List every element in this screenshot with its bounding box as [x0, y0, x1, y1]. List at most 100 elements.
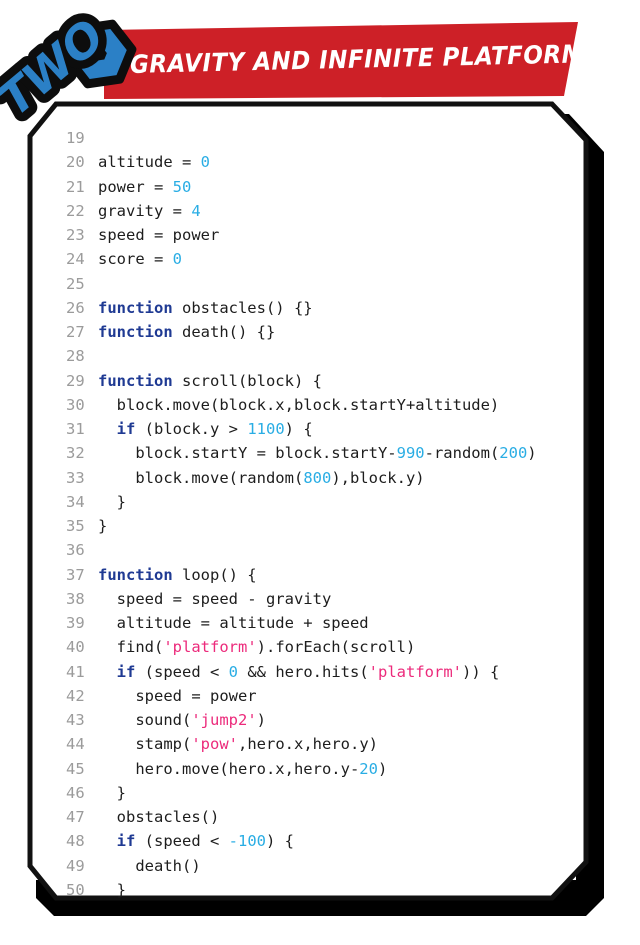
code-line: 24 score = 0 — [66, 247, 578, 271]
code-line-content: power = 50 — [98, 178, 191, 196]
code-token-kw: function — [98, 323, 173, 341]
line-number: 44 — [66, 735, 85, 754]
code-token-plain: -random( — [424, 444, 500, 463]
code-line-content: obstacles() — [98, 808, 220, 826]
code-token-num: 200 — [499, 444, 528, 463]
code-line-content: block.move(random(800),block.y) — [98, 468, 425, 487]
code-line: 37 function loop() { — [66, 563, 578, 587]
code-token-plain: speed = speed - gravity — [98, 589, 332, 608]
banner-title-wrap: GRAVITY AND INFINITE PLATFORMS! — [130, 34, 614, 84]
line-number: 32 — [66, 444, 85, 463]
line-number: 38 — [66, 589, 85, 608]
line-number: 30 — [66, 395, 85, 414]
code-line-content: } — [98, 881, 126, 899]
code-line: 26 function obstacles() {} — [66, 296, 578, 320]
code-token-plain: ),block.y) — [331, 468, 425, 487]
code-token-plain: ).forEach(scroll) — [256, 638, 416, 657]
code-line-content: altitude = altitude + speed — [98, 614, 369, 632]
code-token-num: -100 — [228, 832, 266, 851]
code-line: 43 sound('jump2') — [66, 708, 578, 732]
code-line: 27 function death() {} — [66, 320, 578, 344]
line-number: 40 — [66, 638, 85, 657]
code-token-plain: gravity = — [98, 201, 192, 220]
code-token-plain: (speed < — [135, 832, 229, 851]
code-token-str: 'platform' — [368, 662, 462, 681]
code-line: 39 altitude = altitude + speed — [66, 611, 578, 635]
code-line: 20 altitude = 0 — [66, 150, 578, 174]
line-number: 27 — [66, 323, 85, 341]
code-token-plain: hero.move(hero.x,hero.y- — [98, 759, 360, 778]
line-number: 34 — [66, 492, 85, 511]
code-panel: 19 20 altitude = 0 21 power = 50 22 gravity = … — [24, 100, 624, 930]
code-token-num: 0 — [200, 153, 210, 172]
code-line: 36 — [66, 538, 578, 562]
code-line-content: altitude = 0 — [98, 153, 210, 171]
code-token-plain: } — [98, 492, 126, 511]
code-token-str: 'platform' — [163, 638, 257, 657]
code-line-content: function obstacles() {} — [98, 299, 313, 317]
code-token-str: 'pow' — [191, 735, 238, 754]
code-line-content: stamp('pow',hero.x,hero.y) — [98, 735, 378, 753]
banner-title: GRAVITY AND INFINITE PLATFORMS! — [129, 38, 614, 79]
code-line: 30 block.move(block.x,block.startY+altit… — [66, 393, 578, 417]
code-line-content: } — [98, 517, 107, 535]
code-token-plain: loop() { — [172, 565, 257, 584]
code-token-plain: scroll(block) { — [172, 371, 322, 390]
line-number: 41 — [66, 662, 85, 681]
code-line: 31 if (block.y > 1100) { — [66, 417, 578, 441]
code-line: 44 stamp('pow',hero.x,hero.y) — [66, 732, 578, 756]
line-number: 25 — [66, 274, 85, 293]
code-line-content: speed = power — [98, 687, 256, 705]
code-token-num: 990 — [396, 444, 425, 463]
code-line: 33 block.move(random(800),block.y) — [66, 466, 578, 490]
line-number: 20 — [66, 153, 85, 172]
code-line-content: gravity = 4 — [98, 202, 201, 220]
code-line-content: function loop() { — [98, 566, 257, 584]
line-number: 31 — [66, 420, 85, 438]
code-token-plain: } — [98, 517, 108, 535]
code-listing[interactable]: 19 20 altitude = 0 21 power = 50 22 gravity = … — [66, 126, 578, 902]
code-token-plain: block.startY = block.startY- — [98, 444, 397, 463]
code-token-num: 800 — [303, 468, 332, 487]
code-line-content: speed = speed - gravity — [98, 589, 332, 608]
code-token-plain: ) — [256, 711, 266, 729]
code-token-str: 'jump2' — [191, 711, 257, 729]
code-line: 42 speed = power — [66, 684, 578, 708]
code-line-content: } — [98, 784, 126, 802]
line-number: 45 — [66, 759, 85, 778]
code-token-plain: )) { — [462, 662, 500, 681]
line-number: 48 — [66, 832, 85, 851]
code-line: 45 hero.move(hero.x,hero.y-20) — [66, 757, 578, 781]
code-token-plain: } — [98, 783, 126, 802]
code-line: 25 — [66, 272, 578, 296]
code-token-plain: score = — [98, 250, 173, 269]
code-line: 29 function scroll(block) { — [66, 369, 578, 393]
code-token-plain: } — [98, 880, 126, 899]
line-number: 21 — [66, 177, 85, 196]
line-number: 22 — [66, 201, 85, 220]
code-line-content: sound('jump2') — [98, 711, 266, 729]
code-line: 28 — [66, 344, 578, 368]
code-line: 49 death() — [66, 854, 578, 878]
code-token-plain: power = — [98, 177, 173, 196]
code-line: 46 } — [66, 781, 578, 805]
code-token-kw: if — [116, 662, 136, 681]
line-number: 50 — [66, 880, 85, 899]
line-number: 49 — [66, 856, 85, 875]
code-line: 23 speed = power — [66, 223, 578, 247]
code-token-plain: death() — [98, 856, 201, 875]
code-token-plain: death() {} — [172, 323, 276, 341]
code-token-plain: stamp( — [98, 735, 192, 754]
code-line: 32 block.startY = block.startY-990-rando… — [66, 441, 578, 465]
code-line: 48 if (speed < -100) { — [66, 829, 578, 853]
line-number: 42 — [66, 686, 85, 705]
line-number: 46 — [66, 783, 85, 802]
code-line: 21 power = 50 — [66, 175, 578, 199]
line-number: 26 — [66, 298, 85, 317]
code-token-kw: if — [116, 832, 136, 851]
code-token-plain: altitude = altitude + speed — [98, 614, 369, 632]
code-token-plain: (block.y > — [135, 420, 248, 438]
code-token-plain: altitude = — [98, 153, 201, 172]
code-token-plain: ) { — [284, 420, 313, 438]
